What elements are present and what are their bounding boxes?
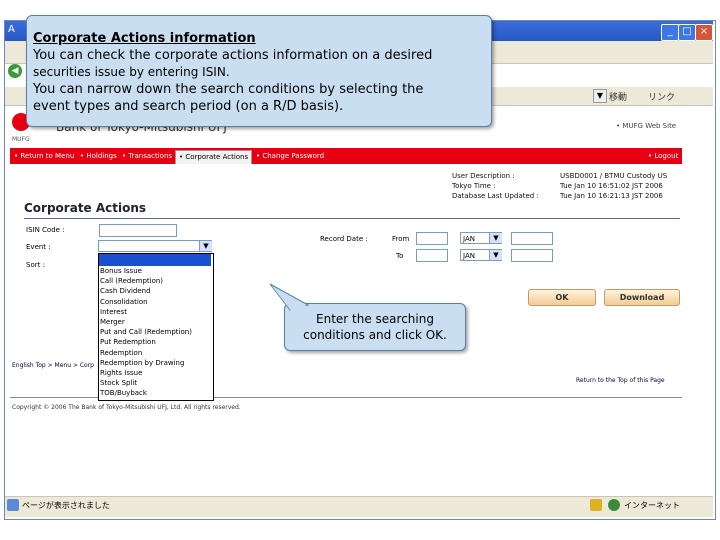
record-date-label: Record Date : [320, 235, 368, 243]
status-bar [5, 496, 713, 517]
nav-holdings[interactable]: • Holdings [80, 152, 117, 160]
chevron-down-icon[interactable]: ▼ [489, 233, 502, 243]
lock-icon [590, 499, 602, 511]
event-select[interactable] [98, 240, 212, 252]
event-label: Event : [26, 243, 51, 251]
event-option[interactable]: Bonus Issue [100, 267, 142, 276]
go-button[interactable]: 移動 [609, 90, 627, 103]
maximize-button[interactable]: □ [678, 24, 696, 41]
copyright-text: Copyright © 2006 The Bank of Tokyo-Mitsu… [12, 404, 241, 411]
info-callout: Corporate Actions information You can ch… [26, 15, 492, 127]
event-option[interactable]: Cash Dividend [100, 287, 151, 296]
sort-label: Sort : [26, 261, 45, 269]
user-description-value: USBD0001 / BTMU Custody US [560, 172, 668, 180]
user-description-label: User Description : [452, 172, 515, 180]
mufg-label: MUFG [12, 136, 30, 143]
event-option[interactable]: Rights Issue [100, 369, 142, 378]
mufg-website-link[interactable]: • MUFG Web Site [616, 122, 676, 130]
to-month-value: JAN [463, 252, 475, 260]
nav-return-menu[interactable]: • Return to Menu [14, 152, 74, 160]
nav-change-password[interactable]: • Change Password [256, 152, 324, 160]
callout-line-4: event types and search period (on a R/D … [33, 99, 344, 114]
bubble-line-2: conditions and click OK. [303, 328, 447, 342]
event-option[interactable]: Interest [100, 308, 127, 317]
db-updated-label: Database Last Updated : [452, 192, 539, 200]
event-option-highlight[interactable] [99, 254, 211, 266]
event-option[interactable]: Call (Redemption) [100, 277, 163, 286]
download-button[interactable]: Download [604, 289, 680, 306]
status-text: ページが表示されました [22, 501, 110, 510]
page-icon [7, 499, 19, 511]
event-option[interactable]: Redemption by Drawing [100, 359, 184, 368]
from-label: From [392, 235, 410, 243]
event-option[interactable]: Redemption [100, 349, 142, 358]
minimize-button[interactable]: _ [661, 24, 679, 41]
isin-input[interactable] [99, 224, 177, 237]
bubble-line-1: Enter the searching [316, 312, 434, 326]
title-text: A [8, 24, 15, 35]
nav-corporate-actions[interactable]: • Corporate Actions [175, 150, 253, 164]
event-option[interactable]: Stock Split [100, 379, 137, 388]
to-label: To [396, 252, 404, 260]
event-option[interactable]: Merger [100, 318, 125, 327]
title-divider [24, 218, 680, 219]
page-title: Corporate Actions [24, 201, 147, 215]
bubble-tail-icon [269, 283, 310, 312]
callout-title: Corporate Actions information [33, 31, 256, 46]
chevron-down-icon[interactable]: ▼ [199, 241, 212, 251]
callout-line-2: securities issue by entering ISIN. [33, 65, 230, 79]
back-arrow-icon[interactable]: ◀ [8, 64, 22, 78]
to-year-input[interactable] [511, 249, 553, 262]
tokyo-time-value: Tue Jan 10 16:51:02 JST 2006 [560, 182, 663, 190]
close-button[interactable]: × [695, 24, 713, 41]
zone-text: インターネット [624, 501, 680, 510]
go-arrow-icon[interactable]: ▼ [593, 89, 607, 103]
globe-icon [608, 499, 620, 511]
db-updated-value: Tue Jan 10 16:21:13 JST 2006 [560, 192, 663, 200]
nav-transactions[interactable]: • Transactions [122, 152, 172, 160]
tokyo-time-label: Tokyo Time : [452, 182, 496, 190]
from-month-value: JAN [463, 235, 475, 243]
links-label[interactable]: リンク [648, 90, 675, 103]
ok-button[interactable]: OK [528, 289, 596, 306]
event-option[interactable]: Put and Call (Redemption) [100, 328, 192, 337]
event-option[interactable]: Put Redemption [100, 338, 156, 347]
to-day-input[interactable] [416, 249, 448, 262]
from-year-input[interactable] [511, 232, 553, 245]
nav-logout[interactable]: • Logout [648, 152, 678, 160]
callout-line-3: You can narrow down the search condition… [33, 82, 424, 97]
return-top-link[interactable]: Return to the Top of this Page [576, 377, 665, 384]
callout-line-1: You can check the corporate actions info… [33, 48, 433, 63]
event-option[interactable]: Consolidation [100, 298, 148, 307]
from-day-input[interactable] [416, 232, 448, 245]
event-option[interactable]: TOB/Buyback [100, 389, 147, 398]
isin-label: ISIN Code : [26, 226, 65, 234]
chevron-down-icon[interactable]: ▼ [489, 250, 502, 260]
breadcrumb[interactable]: English Top > Menu > Corp [12, 362, 94, 369]
